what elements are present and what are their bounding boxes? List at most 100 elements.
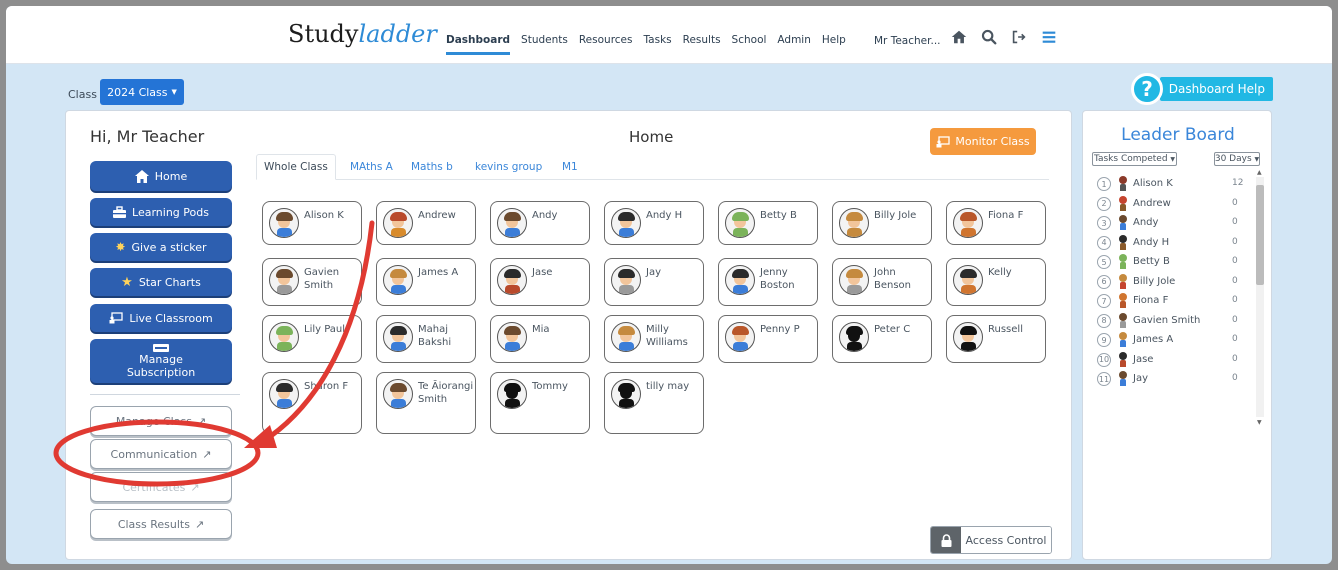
nav-dashboard[interactable]: Dashboard [446, 34, 511, 55]
student-name: Betty B [760, 210, 797, 221]
student-card[interactable]: Mia [490, 315, 590, 363]
student-card[interactable]: Jay [604, 258, 704, 306]
student-card[interactable]: Tommy [490, 372, 590, 434]
nav-results[interactable]: Results [683, 34, 721, 55]
student-card[interactable]: Billy Jole [832, 201, 932, 245]
leaderboard-score: 12 [1232, 178, 1244, 188]
leaderboard-row[interactable]: 4 Andy H 0 [1097, 233, 1247, 253]
nav-students[interactable]: Students [521, 34, 568, 55]
menu-home-button[interactable]: Home [90, 161, 232, 191]
menu-learning-pods-button[interactable]: Learning Pods [90, 198, 232, 226]
leaderboard-row[interactable]: 11 Jay 0 [1097, 369, 1247, 389]
tab-maths-a[interactable]: MAths A [350, 154, 393, 180]
student-card[interactable]: tilly may [604, 372, 704, 434]
leaderboard-row[interactable]: 6 Billy Jole 0 [1097, 272, 1247, 292]
studyladder-logo[interactable]: Studyladder [288, 20, 437, 48]
external-link-icon: ↗ [202, 447, 212, 461]
leaderboard-metric-dropdown[interactable]: Tasks Competed ▼ [1092, 152, 1177, 166]
menu-manage-subscription-button[interactable]: Manage Subscription [90, 339, 232, 383]
teacher-account-link[interactable]: Mr Teacher... [874, 35, 941, 47]
student-name: Te Āiorangi Smith [418, 381, 474, 405]
leaderboard-row[interactable]: 3 Andy 0 [1097, 213, 1247, 233]
student-name: tilly may [646, 381, 690, 392]
student-name: Lily Paul [304, 324, 346, 335]
home-icon[interactable] [950, 28, 968, 46]
student-card[interactable]: Penny P [718, 315, 818, 363]
nav-admin[interactable]: Admin [777, 34, 810, 55]
scrollbar-thumb[interactable] [1256, 185, 1264, 285]
tab-maths-b[interactable]: Maths b [411, 154, 453, 180]
student-card[interactable]: Peter C [832, 315, 932, 363]
tab-whole-class[interactable]: Whole Class [256, 154, 336, 180]
menu-divider [90, 394, 240, 395]
student-card[interactable]: Mahaj Bakshi [376, 315, 476, 363]
student-card[interactable]: Fiona F [946, 201, 1046, 245]
leaderboard-row[interactable]: 9 James A 0 [1097, 330, 1247, 350]
leaderboard-row[interactable]: 1 Alison K 12 [1097, 174, 1247, 194]
student-card[interactable]: Andrew [376, 201, 476, 245]
nav-tasks[interactable]: Tasks [643, 34, 671, 55]
communication-link[interactable]: Communication ↗ [90, 439, 232, 469]
leaderboard-row[interactable]: 8 Gavien Smith 0 [1097, 311, 1247, 331]
manage-class-link[interactable]: Manage Class ↗ [90, 406, 232, 436]
class-results-link[interactable]: Class Results ↗ [90, 509, 232, 539]
lock-icon [931, 527, 961, 553]
header-icons [950, 28, 1058, 46]
tab-m1[interactable]: M1 [562, 154, 578, 180]
manage-class-label: Manage Class [115, 414, 192, 428]
rank-badge: 8 [1097, 313, 1111, 328]
leaderboard-list: 1 Alison K 12 2 Andrew 0 3 Andy 0 4 Andy H 0 5 Betty … [1097, 174, 1247, 389]
student-name: Peter C [874, 324, 911, 335]
menu-live-classroom-button[interactable]: Live Classroom [90, 304, 232, 332]
nav-school[interactable]: School [732, 34, 767, 55]
student-card[interactable]: Andy [490, 201, 590, 245]
student-name: Andy [532, 210, 558, 221]
student-name: Penny P [760, 324, 800, 335]
student-name: John Benson [874, 267, 912, 291]
logout-icon[interactable] [1010, 28, 1028, 46]
menu-star-charts-button[interactable]: ★ Star Charts [90, 268, 232, 296]
leaderboard-period-dropdown[interactable]: 30 Days ▼ [1214, 152, 1260, 166]
student-card[interactable]: Jenny Boston [718, 258, 818, 306]
student-card[interactable]: Russell [946, 315, 1046, 363]
tab-kevins-group[interactable]: kevins group [475, 154, 542, 180]
caret-down-icon: ▼ [1254, 155, 1260, 163]
student-card[interactable]: Lily Paul [262, 315, 362, 363]
nav-help[interactable]: Help [822, 34, 846, 55]
leaderboard-row[interactable]: 5 Betty B 0 [1097, 252, 1247, 272]
nav-resources[interactable]: Resources [579, 34, 633, 55]
student-card[interactable]: Andy H [604, 201, 704, 245]
student-card[interactable]: Gavien Smith [262, 258, 362, 306]
student-avatar [269, 379, 299, 409]
menu-icon[interactable] [1040, 28, 1058, 46]
student-card[interactable]: Alison K [262, 201, 362, 245]
leaderboard-metric-value: Tasks Competed [1093, 154, 1168, 164]
student-card[interactable]: Betty B [718, 201, 818, 245]
student-card[interactable]: Sharon F [262, 372, 362, 434]
student-icon [1118, 254, 1128, 269]
student-card[interactable]: Milly Williams [604, 315, 704, 363]
student-card[interactable]: Te Āiorangi Smith [376, 372, 476, 434]
leaderboard-row[interactable]: 2 Andrew 0 [1097, 194, 1247, 214]
scroll-up-icon[interactable]: ▲ [1257, 169, 1262, 176]
certificates-link[interactable]: Certificates ↗ [90, 472, 232, 502]
student-card[interactable]: John Benson [832, 258, 932, 306]
student-card[interactable]: Jase [490, 258, 590, 306]
student-avatar [839, 322, 869, 352]
search-icon[interactable] [980, 28, 998, 46]
leaderboard-score: 0 [1232, 256, 1238, 266]
student-card[interactable]: James A [376, 258, 476, 306]
monitor-class-button[interactable]: Monitor Class [930, 128, 1036, 155]
help-question-icon[interactable]: ? [1131, 73, 1163, 105]
leaderboard-row[interactable]: 10 Jase 0 [1097, 350, 1247, 370]
access-control-button[interactable]: Access Control [930, 526, 1052, 554]
leaderboard-scrollbar[interactable] [1256, 177, 1264, 417]
scroll-down-icon[interactable]: ▼ [1257, 419, 1262, 426]
student-card[interactable]: Kelly [946, 258, 1046, 306]
leaderboard-row[interactable]: 7 Fiona F 0 [1097, 291, 1247, 311]
dashboard-help-button[interactable]: Dashboard Help [1160, 77, 1273, 101]
menu-give-sticker-button[interactable]: ✸ Give a sticker [90, 233, 232, 261]
class-dropdown[interactable]: 2024 Class ▼ [100, 79, 184, 105]
student-icon [1118, 332, 1128, 347]
student-avatar [269, 208, 299, 238]
